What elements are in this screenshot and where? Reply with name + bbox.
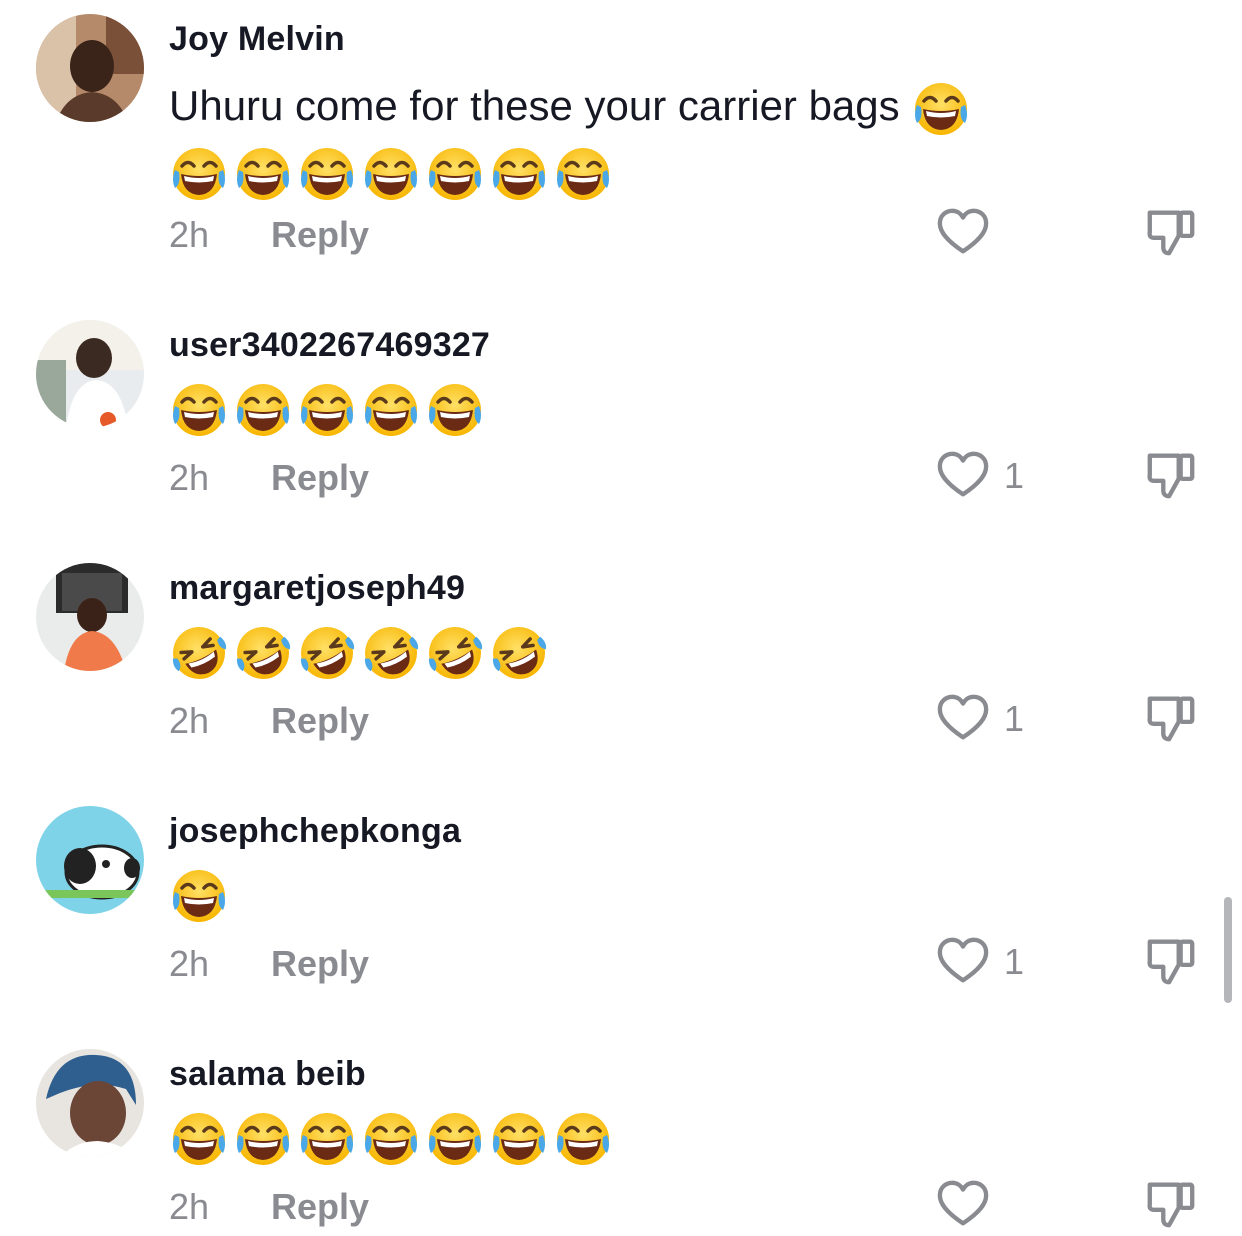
comment-username[interactable]: josephchepkonga (169, 812, 461, 851)
like-button[interactable]: 1 (936, 935, 1024, 989)
thumbs-down-icon (1144, 448, 1198, 502)
emoji-row (169, 1109, 613, 1169)
tears-of-joy-emoji (297, 380, 357, 440)
comment-username[interactable]: salama beib (169, 1055, 366, 1094)
dislike-button[interactable] (1144, 691, 1198, 750)
comment-username[interactable]: user3402267469327 (169, 326, 490, 365)
rolling-laughing-emoji (425, 623, 485, 683)
tears-of-joy-emoji (169, 1109, 229, 1169)
like-button[interactable] (936, 206, 1004, 260)
comment-text-content: Uhuru come for these your carrier bags (169, 82, 900, 129)
like-button[interactable] (936, 1178, 1004, 1232)
tears-of-joy-emoji (553, 1109, 613, 1169)
dislike-button[interactable] (1144, 448, 1198, 507)
avatar[interactable] (36, 1049, 144, 1157)
like-button[interactable]: 1 (936, 449, 1024, 503)
tears-of-joy-emoji (553, 144, 613, 204)
thumbs-down-icon (1144, 934, 1198, 988)
tears-of-joy-emoji (169, 144, 229, 204)
comment-time: 2h (169, 700, 210, 741)
tears-of-joy-emoji (911, 79, 971, 139)
heart-outline-icon (936, 692, 990, 746)
comment-username[interactable]: margaretjoseph49 (169, 569, 465, 608)
comment-meta: 2h Reply (169, 457, 369, 499)
tears-of-joy-emoji (489, 1109, 549, 1169)
tears-of-joy-emoji (169, 380, 229, 440)
tears-of-joy-emoji (233, 1109, 293, 1169)
thumbs-down-icon (1144, 205, 1198, 259)
emoji-row (169, 623, 549, 683)
rolling-laughing-emoji (169, 623, 229, 683)
comment-time: 2h (169, 214, 210, 255)
avatar[interactable] (36, 563, 144, 671)
comment-meta: 2h Reply (169, 700, 369, 742)
reply-button[interactable]: Reply (271, 943, 369, 984)
reply-button[interactable]: Reply (271, 700, 369, 741)
emoji-row (169, 866, 229, 926)
comment-time: 2h (169, 1186, 210, 1227)
rolling-laughing-emoji (361, 623, 421, 683)
avatar[interactable] (36, 320, 144, 428)
dislike-button[interactable] (1144, 205, 1198, 264)
tears-of-joy-emoji (489, 144, 549, 204)
reply-button[interactable]: Reply (271, 1186, 369, 1227)
tears-of-joy-emoji (169, 866, 229, 926)
reply-button[interactable]: Reply (271, 214, 369, 255)
like-count: 1 (1004, 455, 1025, 496)
tears-of-joy-emoji (361, 1109, 421, 1169)
heart-outline-icon (936, 935, 990, 989)
tears-of-joy-emoji (361, 144, 421, 204)
comment-time: 2h (169, 943, 210, 984)
tears-of-joy-emoji (361, 380, 421, 440)
thumbs-down-icon (1144, 691, 1198, 745)
heart-outline-icon (936, 1178, 990, 1232)
comment-time: 2h (169, 457, 210, 498)
comment-username[interactable]: Joy Melvin (169, 20, 345, 59)
rolling-laughing-emoji (297, 623, 357, 683)
avatar[interactable] (36, 806, 144, 914)
dislike-button[interactable] (1144, 934, 1198, 993)
emoji-row (169, 380, 485, 440)
tears-of-joy-emoji (425, 380, 485, 440)
scrollbar[interactable] (1224, 897, 1232, 1003)
rolling-laughing-emoji (233, 623, 293, 683)
tears-of-joy-emoji (425, 144, 485, 204)
comment-meta: 2h Reply (169, 1186, 369, 1228)
dislike-button[interactable] (1144, 1177, 1198, 1236)
like-count: 1 (1004, 698, 1025, 739)
comment-text: Uhuru come for these your carrier bags (169, 74, 1089, 204)
tears-of-joy-emoji (297, 1109, 357, 1169)
comment-meta: 2h Reply (169, 943, 369, 985)
tears-of-joy-emoji (233, 380, 293, 440)
comment-meta: 2h Reply (169, 214, 369, 256)
tears-of-joy-emoji (297, 144, 357, 204)
heart-outline-icon (936, 449, 990, 503)
like-count: 1 (1004, 941, 1025, 982)
heart-outline-icon (936, 206, 990, 260)
avatar[interactable] (36, 14, 144, 122)
tears-of-joy-emoji (425, 1109, 485, 1169)
rolling-laughing-emoji (489, 623, 549, 683)
tears-of-joy-emoji (233, 144, 293, 204)
like-button[interactable]: 1 (936, 692, 1024, 746)
reply-button[interactable]: Reply (271, 457, 369, 498)
emoji-row (169, 144, 613, 204)
